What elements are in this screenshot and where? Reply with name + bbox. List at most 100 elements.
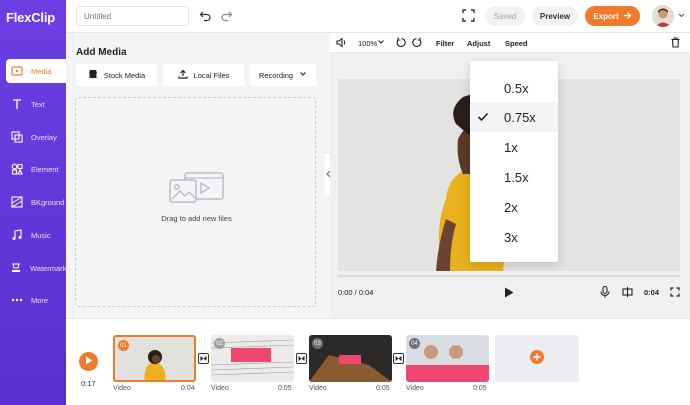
- user-avatar[interactable]: [652, 5, 674, 27]
- timeline-clip-4[interactable]: 04: [406, 335, 489, 382]
- preview-label: Preview: [539, 11, 571, 21]
- video-duration: 0:04: [644, 288, 660, 297]
- timeline-clip-3[interactable]: 03: [309, 335, 392, 382]
- speed-option-0.5x[interactable]: 0.5x: [470, 73, 558, 103]
- chevron-down-icon[interactable]: [377, 38, 385, 49]
- saved-label: Saved: [493, 11, 517, 21]
- top-bar: Saved Preview Export: [66, 0, 690, 33]
- local-files-button[interactable]: Local Files: [163, 64, 244, 86]
- speed-option-1x[interactable]: 1x: [470, 132, 558, 162]
- project-title-input[interactable]: [76, 6, 189, 26]
- export-button[interactable]: Export: [585, 6, 640, 26]
- transition-icon[interactable]: [198, 353, 209, 364]
- timeline-clip-1[interactable]: 01: [113, 335, 196, 382]
- media-drop-zone[interactable]: Drag to add new files: [75, 97, 316, 307]
- plus-icon: [530, 350, 544, 367]
- speed-option-3x[interactable]: 3x: [470, 222, 558, 252]
- checkmark-icon: [477, 111, 489, 123]
- element-icon: [10, 163, 23, 176]
- filter-button[interactable]: Filter: [436, 39, 454, 48]
- timeline-play-button[interactable]: [79, 352, 98, 371]
- sidebar-item-label: Overlay: [31, 132, 57, 142]
- drop-zone-text: Drag to add new files: [161, 214, 232, 223]
- media-panel: Add Media Stock Media Local Files Record…: [66, 33, 326, 318]
- zoom-level[interactable]: 100%: [358, 39, 377, 48]
- media-icon: [10, 65, 23, 78]
- add-clip-button[interactable]: [495, 335, 579, 382]
- clip-label: Video: [211, 385, 229, 392]
- transition-icon[interactable]: [296, 353, 307, 364]
- sidebar-item-element[interactable]: Element: [6, 157, 66, 181]
- speed-menu: 0.5x 0.75x 1x 1.5x 2x 3x: [470, 61, 558, 262]
- rotate-left-icon[interactable]: [396, 37, 407, 48]
- app-name: FlexClip: [6, 9, 55, 25]
- speed-option-label: 0.75x: [504, 109, 536, 125]
- sidebar-item-label: Music: [31, 230, 51, 240]
- sidebar-item-label: BKground: [31, 197, 65, 207]
- timeline: 0:17 01 Video 0:04 02 Video 0:05 03 Vide…: [66, 318, 690, 405]
- watermark-icon: [10, 262, 22, 275]
- sidebar-item-more[interactable]: More: [6, 288, 66, 312]
- sidebar-item-watermark[interactable]: Watermark: [6, 256, 66, 280]
- speed-option-label: 0.5x: [504, 80, 529, 96]
- recording-dropdown[interactable]: Recording: [250, 64, 316, 86]
- redo-icon[interactable]: [220, 9, 234, 23]
- music-icon: [10, 229, 23, 242]
- saved-button[interactable]: Saved: [485, 6, 525, 26]
- editor-toolbar: 100% Filter Adjust Speed: [330, 33, 690, 53]
- aspect-ratio-icon[interactable]: [622, 287, 633, 300]
- sidebar: FlexClip Media Text Overlay Element BKgr…: [0, 0, 66, 405]
- sidebar-item-label: Text: [31, 99, 45, 109]
- flexclip-logo[interactable]: FlexClip: [6, 8, 66, 26]
- clip-label: Video: [309, 385, 327, 392]
- upload-icon: [177, 69, 188, 81]
- sidebar-item-music[interactable]: Music: [6, 223, 66, 247]
- speed-option-0.75x[interactable]: 0.75x: [470, 102, 558, 132]
- clip-duration: 0:04: [181, 385, 195, 392]
- chevron-down-icon: [299, 70, 307, 80]
- play-icon[interactable]: [504, 287, 514, 301]
- arrow-right-icon: [623, 11, 632, 22]
- trash-icon[interactable]: [670, 37, 681, 48]
- sidebar-item-label: Element: [31, 164, 59, 174]
- background-icon: [10, 196, 23, 209]
- media-panel-title: Add Media: [76, 47, 127, 58]
- chevron-down-icon[interactable]: [677, 11, 686, 20]
- overlay-icon: [10, 131, 23, 144]
- video-time-current: 0:00 / 0:04: [338, 288, 374, 297]
- volume-icon[interactable]: [336, 37, 347, 48]
- clip-number: 02: [214, 338, 225, 349]
- speed-option-1.5x[interactable]: 1.5x: [470, 162, 558, 192]
- sidebar-item-label: More: [31, 295, 49, 305]
- clip-label: Video: [406, 385, 424, 392]
- sidebar-item-text[interactable]: Text: [6, 92, 66, 116]
- adjust-button[interactable]: Adjust: [467, 39, 490, 48]
- sidebar-item-bkground[interactable]: BKground: [6, 190, 66, 214]
- clip-label: Video: [113, 385, 131, 392]
- stock-media-button[interactable]: Stock Media: [76, 64, 157, 86]
- video-progress-bar[interactable]: [338, 275, 680, 277]
- clip-duration: 0:05: [376, 385, 390, 392]
- speed-option-label: 2x: [504, 199, 518, 215]
- more-icon: [10, 294, 23, 307]
- fullscreen-icon[interactable]: [462, 9, 476, 23]
- clip-duration: 0:05: [278, 385, 292, 392]
- speed-option-label: 1x: [504, 139, 518, 155]
- preview-button[interactable]: Preview: [532, 6, 578, 26]
- sidebar-item-overlay[interactable]: Overlay: [6, 125, 66, 149]
- speed-option-label: 1.5x: [504, 169, 529, 185]
- undo-icon[interactable]: [199, 9, 213, 23]
- rotate-right-icon[interactable]: [411, 37, 422, 48]
- speed-button[interactable]: Speed: [505, 39, 528, 48]
- fullscreen-icon[interactable]: [670, 287, 680, 300]
- microphone-icon[interactable]: [600, 285, 610, 301]
- recording-label: Recording: [258, 70, 294, 80]
- sidebar-item-media[interactable]: Media: [6, 59, 66, 83]
- media-placeholder-icon: [169, 172, 225, 207]
- speed-option-2x[interactable]: 2x: [470, 192, 558, 222]
- transition-icon[interactable]: [393, 353, 404, 364]
- timeline-clip-2[interactable]: 02: [211, 335, 294, 382]
- play-icon: [85, 356, 93, 368]
- speed-option-label: 3x: [504, 229, 518, 245]
- local-files-label: Local Files: [193, 70, 230, 80]
